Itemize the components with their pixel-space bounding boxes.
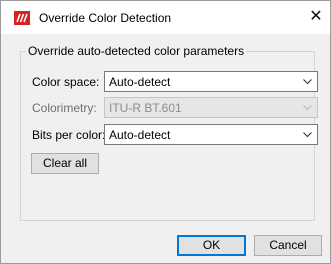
dialog-window: Override Color Detection ✕ Override auto… [0,0,331,264]
cancel-button[interactable]: Cancel [254,235,322,256]
color-space-label: Color space: [32,75,100,89]
color-space-value: Auto-detect [109,75,171,89]
colorimetry-value: ITU-R BT.601 [109,101,182,115]
clear-all-button[interactable]: Clear all [31,153,99,174]
bits-per-color-select[interactable]: Auto-detect [104,124,318,145]
chevron-down-icon [303,132,312,138]
chevron-down-icon [303,79,312,85]
window-title: Override Color Detection [39,11,172,25]
chevron-down-icon [303,105,312,111]
colorimetry-label: Colorimetry: [32,101,97,115]
close-icon[interactable]: ✕ [308,9,324,25]
app-logo-icon [14,11,30,25]
title-bar: Override Color Detection ✕ [1,1,330,34]
colorimetry-select[interactable]: ITU-R BT.601 [104,97,318,118]
group-legend: Override auto-detected color parameters [26,44,247,58]
ok-button[interactable]: OK [177,235,246,256]
bits-per-color-label: Bits per color: [32,128,106,142]
bits-per-color-value: Auto-detect [109,128,171,142]
color-space-select[interactable]: Auto-detect [104,71,318,92]
